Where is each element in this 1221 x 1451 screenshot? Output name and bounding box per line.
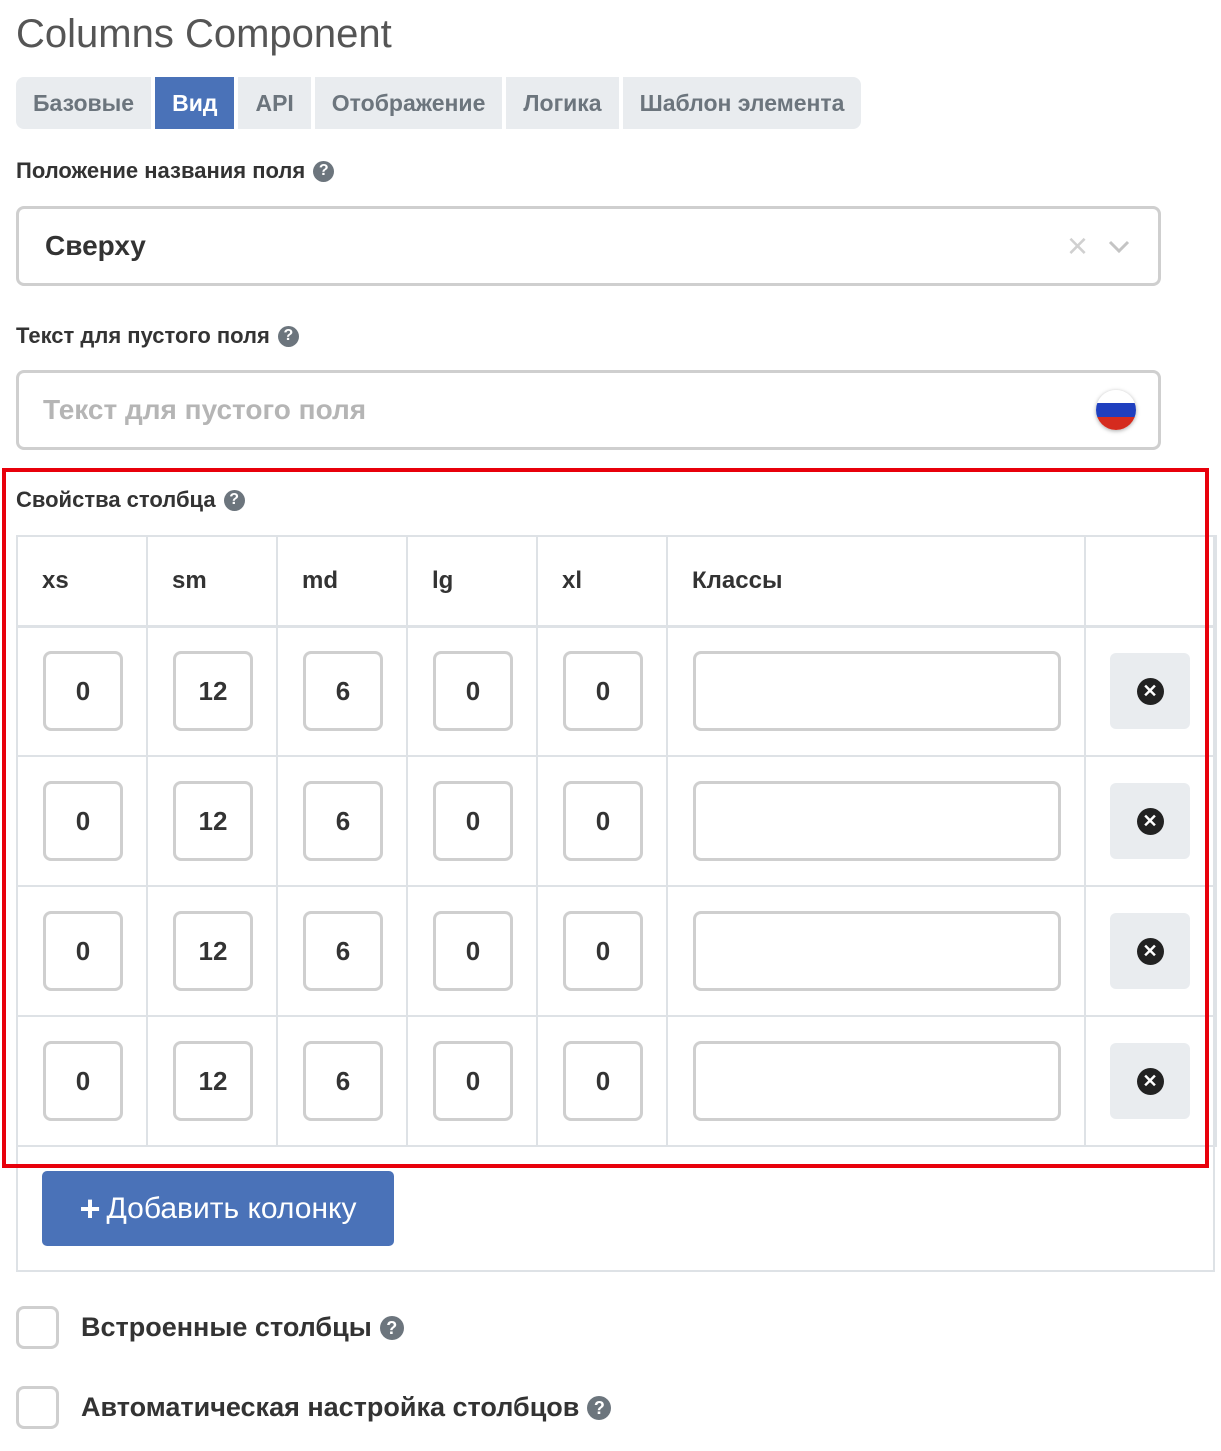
russia-flag-icon[interactable] (1096, 390, 1136, 430)
lg-input[interactable] (433, 911, 513, 991)
inline-columns-checkbox[interactable] (16, 1306, 59, 1349)
question-circle-icon[interactable]: ? (587, 1395, 612, 1420)
label-position-select[interactable]: Сверху × (16, 206, 1161, 286)
xs-input[interactable] (43, 651, 123, 732)
question-circle-icon[interactable]: ? (313, 160, 335, 182)
column-props-label: Свойства столбца ? (16, 487, 245, 513)
times-circle-icon: ✕ (1136, 807, 1164, 835)
header-lg: lg (406, 535, 538, 628)
table-row: ✕ (16, 885, 1217, 1017)
placeholder-label-text: Текст для пустого поля (16, 323, 270, 348)
chevron-down-icon[interactable] (1106, 233, 1132, 259)
header-md: md (276, 535, 408, 628)
auto-columns-label[interactable]: Автоматическая настройка столбцов ? (81, 1392, 612, 1423)
tab-display[interactable]: Вид (155, 77, 235, 129)
md-input[interactable] (303, 911, 383, 991)
md-input[interactable] (303, 651, 383, 732)
md-input[interactable] (303, 781, 383, 861)
classes-input[interactable] (693, 1041, 1061, 1121)
close-icon[interactable]: × (1067, 228, 1088, 264)
label-position-text: Положение названия поля (16, 158, 306, 183)
table-header-row: xs sm md lg xl Классы (16, 535, 1217, 628)
header-xl: xl (536, 535, 668, 628)
times-circle-icon: ✕ (1136, 677, 1164, 705)
add-column-button[interactable]: + Добавить колонку (42, 1171, 394, 1246)
add-column-label: Добавить колонку (106, 1191, 357, 1225)
xl-input[interactable] (563, 651, 643, 732)
xl-input[interactable] (563, 911, 643, 991)
auto-columns-row: Автоматическая настройка столбцов ? (16, 1386, 612, 1429)
label-position-label: Положение названия поля ? (16, 158, 335, 184)
placeholder-label: Текст для пустого поля ? (16, 323, 299, 349)
columns-table: xs sm md lg xl Классы ✕ ✕ (16, 535, 1217, 1147)
sm-input[interactable] (173, 1041, 253, 1121)
times-circle-icon: ✕ (1136, 937, 1164, 965)
question-circle-icon[interactable]: ? (379, 1315, 404, 1340)
remove-column-button[interactable]: ✕ (1110, 783, 1190, 859)
classes-input[interactable] (693, 911, 1061, 991)
xs-input[interactable] (43, 1041, 123, 1121)
tab-logic[interactable]: Логика (506, 77, 619, 129)
label-position-value: Сверху (45, 230, 146, 261)
auto-columns-text: Автоматическая настройка столбцов (81, 1392, 580, 1422)
placeholder-input-wrapper (16, 370, 1161, 450)
page-title: Columns Component (16, 12, 392, 56)
xl-input[interactable] (563, 781, 643, 861)
inline-columns-text: Встроенные столбцы (81, 1312, 372, 1342)
tab-conditional[interactable]: Отображение (314, 77, 503, 129)
question-circle-icon[interactable]: ? (223, 489, 245, 511)
inline-columns-row: Встроенные столбцы ? (16, 1306, 404, 1349)
xl-input[interactable] (563, 1041, 643, 1121)
md-input[interactable] (303, 1041, 383, 1121)
xs-input[interactable] (43, 911, 123, 991)
header-actions (1084, 535, 1217, 628)
table-row: ✕ (16, 625, 1217, 757)
lg-input[interactable] (433, 1041, 513, 1121)
remove-column-button[interactable]: ✕ (1110, 913, 1190, 989)
classes-input[interactable] (693, 781, 1061, 861)
inline-columns-label[interactable]: Встроенные столбцы ? (81, 1312, 404, 1343)
classes-input[interactable] (693, 651, 1061, 732)
tab-bar: Базовые Вид API Отображение Логика Шабло… (16, 77, 862, 129)
tab-api[interactable]: API (238, 77, 311, 129)
question-circle-icon[interactable]: ? (277, 325, 299, 347)
xs-input[interactable] (43, 781, 123, 861)
table-row: ✕ (16, 1015, 1217, 1147)
sm-input[interactable] (173, 781, 253, 861)
lg-input[interactable] (433, 781, 513, 861)
header-classes: Классы (666, 535, 1086, 628)
tab-layout-template[interactable]: Шаблон элемента (622, 77, 862, 129)
lg-input[interactable] (433, 651, 513, 732)
remove-column-button[interactable]: ✕ (1110, 1043, 1190, 1119)
times-circle-icon: ✕ (1136, 1067, 1164, 1095)
table-row: ✕ (16, 755, 1217, 887)
header-sm: sm (146, 535, 278, 628)
header-xs: xs (16, 535, 148, 628)
auto-columns-checkbox[interactable] (16, 1386, 59, 1429)
plus-icon: + (79, 1187, 101, 1229)
tab-basic[interactable]: Базовые (16, 77, 152, 129)
sm-input[interactable] (173, 911, 253, 991)
placeholder-input[interactable] (41, 393, 1096, 427)
sm-input[interactable] (173, 651, 253, 732)
column-props-label-text: Свойства столбца (16, 487, 216, 512)
remove-column-button[interactable]: ✕ (1110, 653, 1190, 730)
